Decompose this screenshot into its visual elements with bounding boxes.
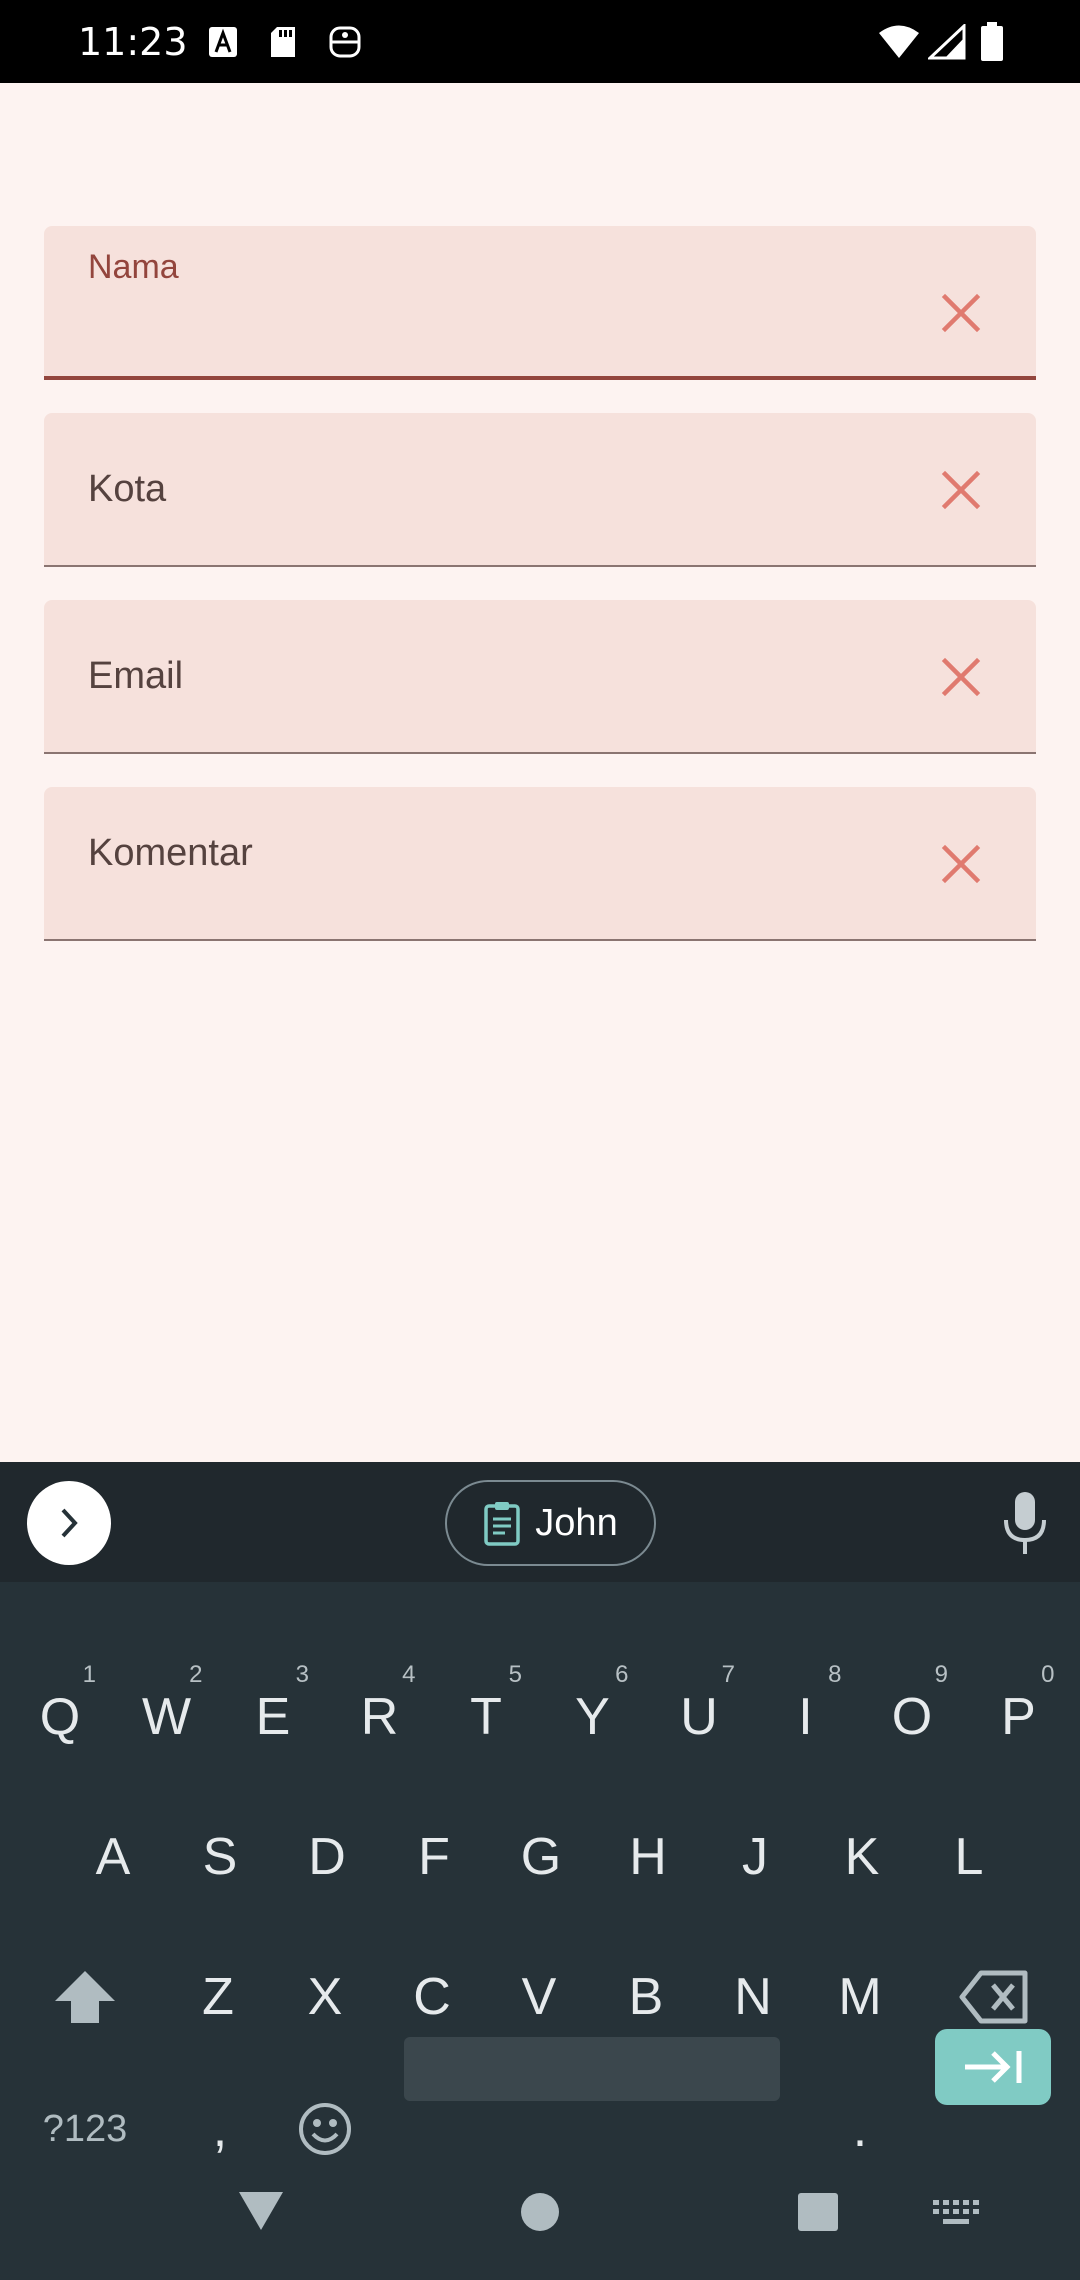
- key-hint: 3: [295, 1661, 309, 1688]
- key-l[interactable]: L: [919, 1797, 1019, 1917]
- key-u[interactable]: U7: [649, 1657, 749, 1777]
- font-download-icon: [209, 27, 237, 57]
- key-d[interactable]: D: [277, 1797, 377, 1917]
- key-i[interactable]: I8: [756, 1657, 856, 1777]
- comment-field-label: Komentar: [88, 832, 253, 874]
- key-r[interactable]: R4: [330, 1657, 430, 1777]
- signal-icon: [928, 24, 966, 60]
- clear-city-button[interactable]: [930, 459, 992, 521]
- key-p[interactable]: P0: [969, 1657, 1069, 1777]
- sd-card-icon: [271, 27, 295, 57]
- key-k[interactable]: K: [812, 1797, 912, 1917]
- key-label: E: [255, 1688, 291, 1746]
- key-f[interactable]: F: [384, 1797, 484, 1917]
- key-m[interactable]: M: [810, 1937, 910, 2057]
- key-label: R: [360, 1688, 399, 1746]
- recents-icon[interactable]: [797, 2192, 839, 2232]
- next-key[interactable]: [935, 2029, 1051, 2105]
- key-w[interactable]: W2: [117, 1657, 217, 1777]
- key-j[interactable]: J: [705, 1797, 805, 1917]
- battery-icon: [981, 22, 1003, 61]
- key-hint: 0: [1041, 1661, 1055, 1688]
- status-bar: 11:23: [0, 0, 1080, 83]
- key-label: P: [1001, 1688, 1036, 1746]
- key-q[interactable]: Q1: [10, 1657, 110, 1777]
- key-hint: 7: [721, 1661, 735, 1688]
- key-label: Q: [39, 1688, 81, 1746]
- key-label: T: [470, 1688, 502, 1746]
- key-o[interactable]: O9: [862, 1657, 962, 1777]
- clipboard-suggestion-text: John: [535, 1501, 618, 1544]
- close-icon: [941, 470, 981, 510]
- key-g[interactable]: G: [491, 1797, 591, 1917]
- key-z[interactable]: Z: [168, 1937, 268, 2057]
- key-hint: 2: [189, 1661, 203, 1688]
- suggestion-strip: John: [0, 1462, 1080, 1582]
- key-label: U: [680, 1688, 718, 1746]
- tab-next-icon: [965, 2051, 1022, 2083]
- name-field[interactable]: Nama: [44, 226, 1036, 380]
- key-hint: 6: [615, 1661, 629, 1688]
- clear-email-button[interactable]: [930, 646, 992, 708]
- status-time: 11:23: [78, 20, 188, 64]
- key-label: I: [798, 1688, 813, 1746]
- shift-key[interactable]: [35, 1937, 135, 2057]
- backspace-icon: [959, 1970, 1028, 2024]
- key-y[interactable]: Y6: [543, 1657, 643, 1777]
- home-icon[interactable]: [520, 2192, 560, 2232]
- key-hint: 1: [82, 1661, 96, 1688]
- wifi-icon: [879, 25, 919, 58]
- close-icon: [941, 293, 981, 333]
- city-field-label: Kota: [88, 468, 167, 510]
- key-hint: 9: [934, 1661, 948, 1688]
- key-label: W: [141, 1688, 192, 1746]
- clipboard-icon: [484, 1502, 521, 1546]
- key-hint: 4: [402, 1661, 416, 1688]
- key-label: Y: [575, 1688, 610, 1746]
- name-field-label: Nama: [88, 248, 179, 286]
- close-icon: [941, 844, 981, 884]
- key-label: O: [891, 1688, 933, 1746]
- city-field[interactable]: Kota: [44, 413, 1036, 567]
- space-key[interactable]: [404, 2037, 780, 2101]
- clear-comment-button[interactable]: [930, 833, 992, 895]
- accessibility-icon: [329, 26, 361, 58]
- email-field-label: Email: [88, 655, 184, 697]
- navigation-bar: [0, 2140, 1080, 2280]
- back-icon[interactable]: [237, 2190, 285, 2232]
- key-h[interactable]: H: [598, 1797, 698, 1917]
- key-hint: 8: [828, 1661, 842, 1688]
- key-t[interactable]: T5: [436, 1657, 536, 1777]
- key-hint: 5: [508, 1661, 522, 1688]
- close-icon: [941, 657, 981, 697]
- shift-icon: [55, 1971, 115, 2023]
- chevron-right-icon: [61, 1508, 78, 1538]
- keyboard-switch-icon[interactable]: [933, 2200, 979, 2228]
- key-s[interactable]: S: [170, 1797, 270, 1917]
- key-e[interactable]: E3: [223, 1657, 323, 1777]
- key-x[interactable]: X: [275, 1937, 375, 2057]
- email-field[interactable]: Email: [44, 600, 1036, 754]
- comment-field[interactable]: Komentar: [44, 787, 1036, 941]
- clipboard-suggestion-chip[interactable]: John: [445, 1480, 656, 1566]
- microphone-icon[interactable]: [1000, 1488, 1050, 1558]
- key-a[interactable]: A: [63, 1797, 163, 1917]
- expand-toolbar-button[interactable]: [27, 1481, 111, 1565]
- clear-name-button[interactable]: [930, 282, 992, 344]
